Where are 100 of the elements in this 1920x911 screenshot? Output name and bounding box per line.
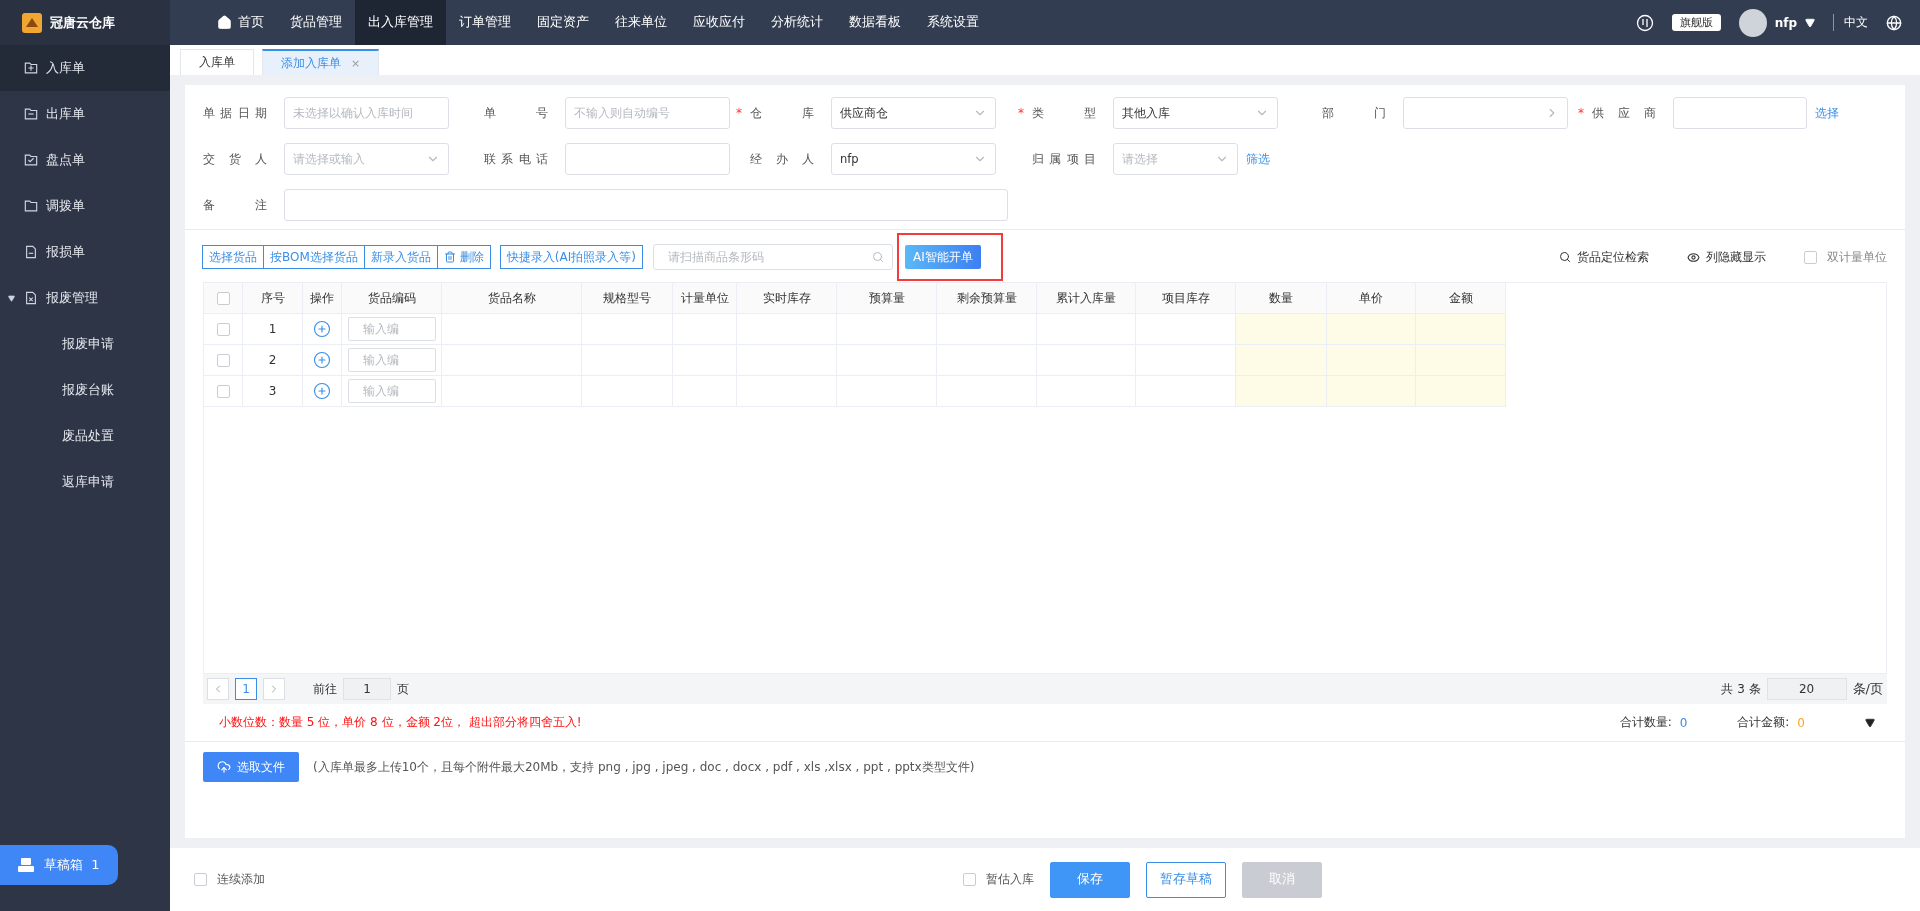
input-field[interactable] bbox=[565, 143, 730, 175]
locate-button[interactable]: 货品定位检索 bbox=[1559, 248, 1649, 266]
nav-item[interactable]: 出入库管理 bbox=[355, 0, 446, 45]
prev-page-button[interactable] bbox=[207, 678, 229, 700]
page-input[interactable]: 1 bbox=[343, 678, 391, 700]
input-field[interactable] bbox=[284, 189, 1008, 221]
goto-label: 前往 bbox=[313, 680, 337, 698]
caret-icon[interactable] bbox=[1865, 717, 1875, 728]
add-row-icon[interactable] bbox=[313, 351, 331, 369]
nav-item[interactable]: 系统设置 bbox=[914, 0, 992, 45]
next-page-button[interactable] bbox=[263, 678, 285, 700]
eye-icon bbox=[1687, 250, 1700, 264]
cloud-upload-icon bbox=[217, 760, 231, 774]
row-number: 3 bbox=[268, 384, 277, 398]
page-button[interactable]: 1 bbox=[235, 678, 257, 700]
nav-item[interactable]: 首页 bbox=[204, 0, 277, 45]
total-amount: 0 bbox=[1797, 715, 1805, 730]
link[interactable]: 筛选 bbox=[1246, 150, 1270, 168]
required-mark: * bbox=[1578, 106, 1585, 120]
nav-item[interactable]: 分析统计 bbox=[758, 0, 836, 45]
sidebar-subitem[interactable]: 报废申请 bbox=[0, 321, 170, 367]
decimal-notice: 小数位数：数量 5 位，单价 8 位，金额 2位， 超出部分将四舍五入! bbox=[219, 714, 582, 731]
page-size-field[interactable]: 20 bbox=[1766, 678, 1847, 700]
sidebar-subitem[interactable]: 返库申请 bbox=[0, 459, 170, 505]
column-header: 序号 bbox=[243, 283, 303, 314]
field-label: 仓库 bbox=[750, 104, 814, 122]
nav-item[interactable]: 应收应付 bbox=[680, 0, 758, 45]
folder-icon bbox=[24, 153, 38, 167]
toolbar-button[interactable]: 选择货品 bbox=[202, 245, 264, 269]
checkbox-label: 连续添加 bbox=[217, 871, 265, 888]
column-header: 剩余预算量 bbox=[937, 283, 1037, 314]
column-header: 操作 bbox=[303, 283, 342, 314]
search-icon bbox=[871, 251, 884, 263]
column-header: 预算量 bbox=[837, 283, 937, 314]
sidebar-item[interactable]: 调拨单 bbox=[0, 183, 170, 229]
folder-icon bbox=[24, 199, 38, 213]
search-icon bbox=[1559, 251, 1571, 263]
language-label[interactable]: 中文 bbox=[1833, 14, 1868, 31]
nav-item[interactable]: 数据看板 bbox=[836, 0, 914, 45]
drafts-button[interactable]: 草稿箱 1 bbox=[0, 845, 118, 885]
checkbox[interactable] bbox=[216, 322, 230, 336]
field-label: 归属项目 bbox=[1032, 150, 1096, 168]
field-label: 类型 bbox=[1032, 104, 1096, 122]
checkbox[interactable] bbox=[216, 384, 230, 398]
checkbox[interactable] bbox=[963, 873, 976, 886]
document-icon bbox=[24, 291, 38, 305]
column-header: 实时库存 bbox=[737, 283, 837, 314]
footer-button[interactable]: 暂存草稿 bbox=[1146, 861, 1226, 898]
column-header: 货品名称 bbox=[442, 283, 582, 314]
checkbox-label: 双计量单位 bbox=[1827, 248, 1887, 266]
nav-item[interactable]: 订单管理 bbox=[446, 0, 524, 45]
select-field[interactable]: nfp bbox=[831, 143, 996, 175]
field-label: 经办人 bbox=[750, 150, 814, 168]
input-field[interactable] bbox=[1673, 97, 1807, 129]
avatar[interactable] bbox=[1738, 8, 1767, 37]
field-label: 供应商 bbox=[1592, 104, 1656, 122]
field-label: 备注 bbox=[203, 196, 267, 214]
document-icon bbox=[24, 245, 38, 259]
nav-item[interactable]: 固定资产 bbox=[524, 0, 602, 45]
add-row-icon[interactable] bbox=[313, 320, 331, 338]
sidebar-item[interactable]: 报废管理 bbox=[0, 275, 170, 321]
field-label: 单据日期 bbox=[203, 104, 267, 122]
checkbox-label: 暂估入库 bbox=[986, 871, 1034, 888]
caret-icon bbox=[1805, 17, 1815, 28]
link[interactable]: 选择 bbox=[1815, 104, 1839, 122]
checkbox[interactable] bbox=[194, 873, 207, 886]
nav-item[interactable]: 往来单位 bbox=[602, 0, 680, 45]
column-toggle-button[interactable]: 列隐藏显示 bbox=[1687, 248, 1766, 266]
toolbar-button[interactable]: 新录入货品 bbox=[363, 245, 438, 269]
toolbar-button[interactable]: 删除 bbox=[436, 245, 491, 269]
sidebar-subitem[interactable]: 废品处置 bbox=[0, 413, 170, 459]
row-number: 2 bbox=[268, 353, 277, 367]
logo-icon bbox=[22, 12, 42, 33]
upload-button[interactable]: 选取文件 bbox=[203, 752, 299, 782]
user-name[interactable]: nfp bbox=[1774, 15, 1797, 30]
page-suffix: 页 bbox=[397, 680, 409, 698]
field-label: 单号 bbox=[484, 104, 548, 122]
toolbar-button[interactable]: 按BOM选择货品 bbox=[263, 245, 365, 269]
select-field[interactable]: 供应商仓 bbox=[831, 97, 996, 129]
trash-icon bbox=[443, 251, 456, 263]
sidebar-item[interactable]: 盘点单 bbox=[0, 137, 170, 183]
edition-badge: 旗舰版 bbox=[1671, 14, 1721, 31]
required-mark: * bbox=[736, 106, 743, 120]
quick-entry-button[interactable]: 快捷录入(AI拍照录入等) bbox=[499, 245, 643, 269]
select-field[interactable]: 其他入库 bbox=[1113, 97, 1278, 129]
page-tab[interactable]: 入库单 bbox=[180, 49, 254, 75]
sidebar-item[interactable]: 出库单 bbox=[0, 91, 170, 137]
field-label: 交货人 bbox=[203, 150, 267, 168]
checkbox[interactable] bbox=[216, 291, 230, 305]
checkbox[interactable] bbox=[1804, 250, 1817, 264]
sidebar-item[interactable]: 入库单 bbox=[0, 45, 170, 91]
checkbox[interactable] bbox=[216, 353, 230, 367]
nav-item[interactable]: 货品管理 bbox=[277, 0, 355, 45]
sidebar-item[interactable]: 报损单 bbox=[0, 229, 170, 275]
input-field[interactable] bbox=[1403, 97, 1568, 129]
column-header: 货品编码 bbox=[342, 283, 442, 314]
column-header: 计量单位 bbox=[673, 283, 737, 314]
total-quantity-label: 合计数量: bbox=[1619, 714, 1672, 731]
add-row-icon[interactable] bbox=[313, 382, 331, 400]
sidebar-subitem[interactable]: 报废台账 bbox=[0, 367, 170, 413]
